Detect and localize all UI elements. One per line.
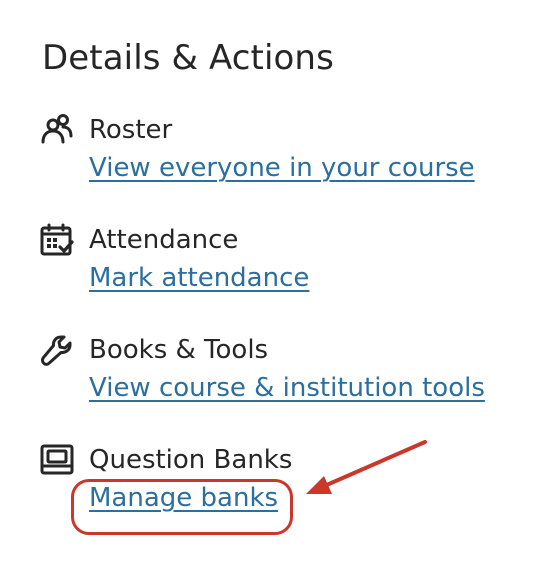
view-roster-link[interactable]: View everyone in your course xyxy=(89,151,475,185)
books-tools-label: Books & Tools xyxy=(89,335,269,365)
attendance-label: Attendance xyxy=(89,225,239,255)
roster-section: Roster View everyone in your course xyxy=(40,113,520,203)
question-bank-icon xyxy=(40,443,74,477)
annotation-highlight-oval xyxy=(71,479,293,535)
question-banks-label: Question Banks xyxy=(89,445,293,475)
annotation-arrow-icon xyxy=(306,440,427,494)
roster-label: Roster xyxy=(89,115,173,145)
books-tools-section: Books & Tools View course & institution … xyxy=(40,333,520,423)
people-icon xyxy=(40,113,74,147)
attendance-section: Attendance Mark attendance xyxy=(40,223,520,313)
page-title: Details & Actions xyxy=(42,38,334,78)
calendar-check-icon xyxy=(40,223,74,257)
details-actions-panel: Details & Actions Roster View everyone i… xyxy=(0,0,541,582)
wrench-icon xyxy=(40,333,74,367)
mark-attendance-link[interactable]: Mark attendance xyxy=(89,261,309,295)
view-tools-link[interactable]: View course & institution tools xyxy=(89,371,485,405)
